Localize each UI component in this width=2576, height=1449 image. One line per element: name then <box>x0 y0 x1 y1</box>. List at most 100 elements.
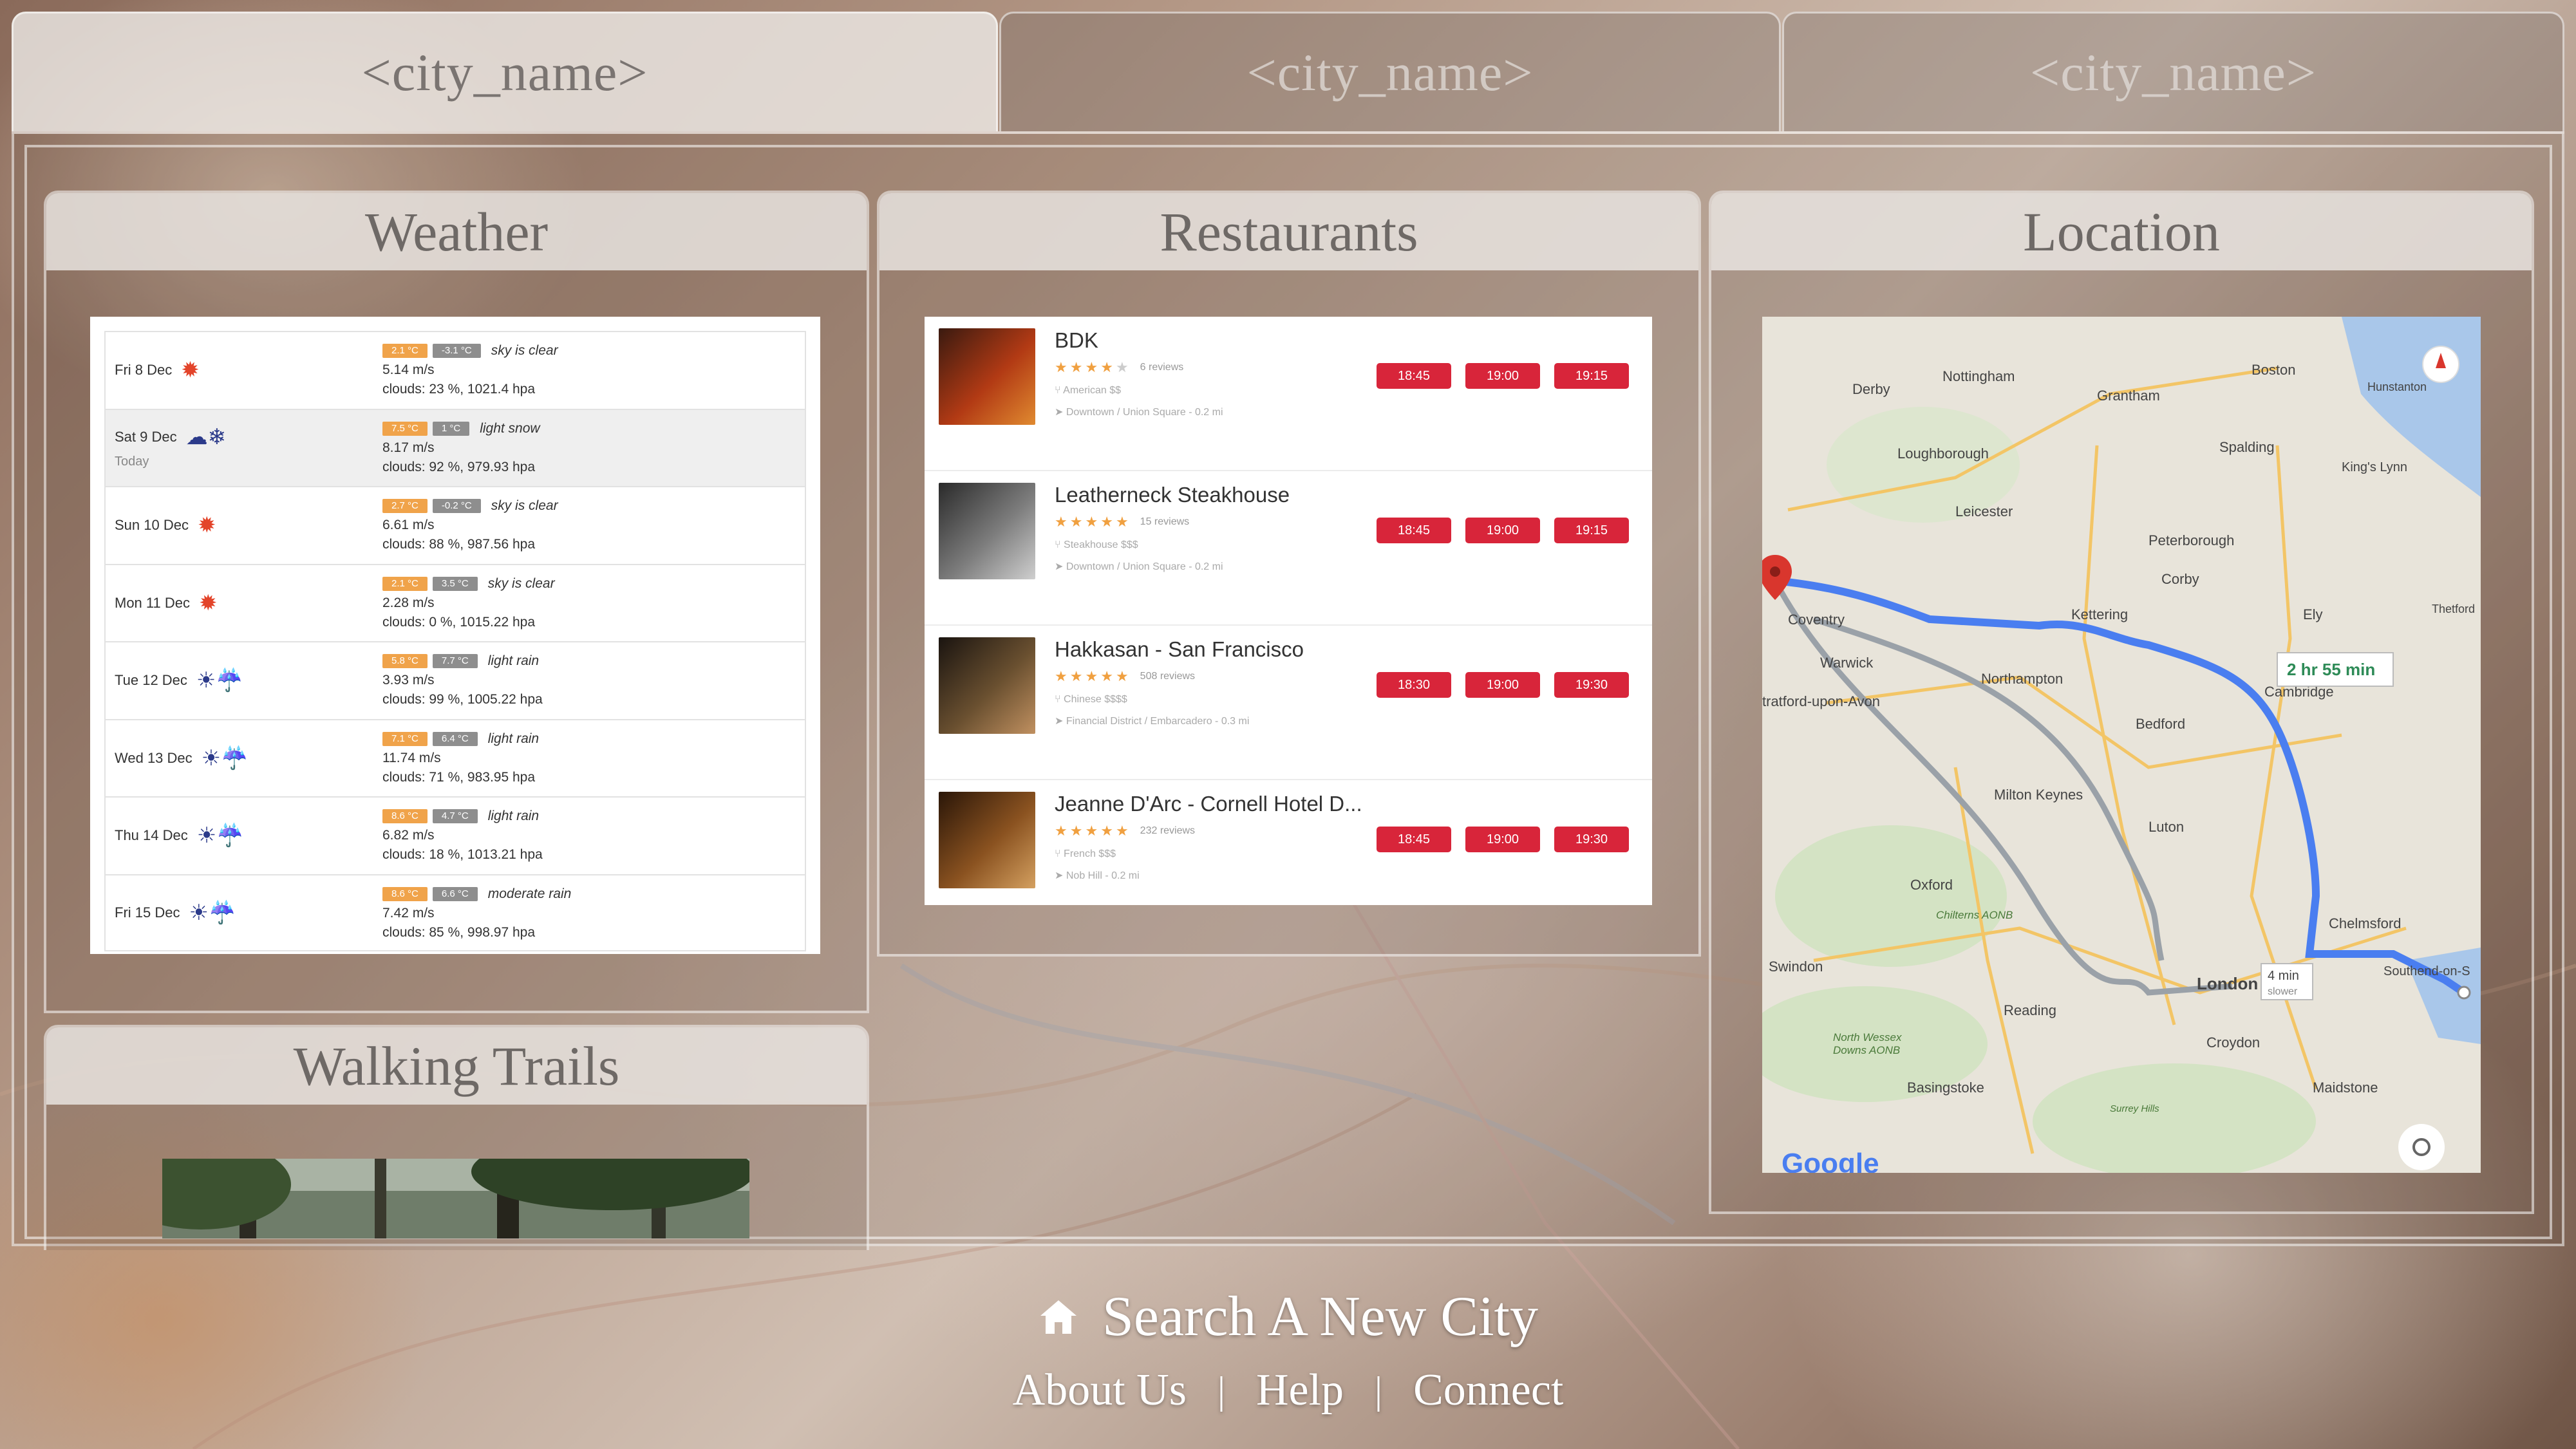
tab-city-1[interactable]: <city_name> <box>12 12 998 131</box>
clouds-pressure: clouds: 88 %, 987.56 hpa <box>382 537 536 552</box>
svg-text:Google: Google <box>1782 1148 1879 1173</box>
svg-text:Boston: Boston <box>2252 362 2296 378</box>
star-rating: ★ ★ ★ ★ ★ 15 reviews <box>1055 514 1190 530</box>
svg-text:Ely: Ely <box>2303 606 2323 622</box>
restaurant-photo[interactable] <box>939 483 1035 579</box>
location-arrow-icon: ➤ <box>1055 716 1066 727</box>
walking-trail-photo[interactable] <box>111 1133 755 1239</box>
reservation-times: 18:30 19:00 19:30 <box>1377 672 1629 698</box>
restaurant-location: ➤ Financial District / Embarcadero - 0.3… <box>1055 716 1250 727</box>
restaurant-name[interactable]: Hakkasan - San Francisco <box>1055 637 1377 662</box>
weather-date: Wed 13 Dec <box>115 749 193 766</box>
weather-date: Sun 10 Dec <box>115 517 189 534</box>
wind-speed: 5.14 m/s <box>382 362 435 377</box>
restaurant-name[interactable]: Jeanne D'Arc - Cornell Hotel D... <box>1055 792 1377 816</box>
review-count: 6 reviews <box>1140 362 1184 373</box>
reservation-time-button[interactable]: 19:00 <box>1465 672 1540 698</box>
reservation-time-button[interactable]: 18:45 <box>1377 827 1451 852</box>
restaurant-name[interactable]: Leatherneck Steakhouse <box>1055 483 1377 507</box>
reservation-time-button[interactable]: 19:15 <box>1554 518 1629 543</box>
weather-row: Wed 13 Dec ☀☔ 7.1 °C 6.4 °C light rain 1… <box>104 718 806 797</box>
reservation-time-button[interactable]: 18:30 <box>1377 672 1451 698</box>
weather-day: Fri 15 Dec ☀☔ <box>106 875 382 951</box>
fork-icon: ⑂ <box>1055 539 1064 550</box>
min-temp-badge: 6.6 °C <box>432 886 478 901</box>
route-map[interactable]: Derby Nottingham Grantham Boston Hunstan… <box>1762 317 2481 1173</box>
tab-city-3[interactable]: <city_name> <box>1782 12 2564 131</box>
wind-speed: 8.17 m/s <box>382 440 435 455</box>
location-panel-title: Location <box>1711 193 2532 270</box>
restaurant-photo[interactable] <box>939 792 1035 888</box>
restaurant-row[interactable]: BDK ★ ★ ★ ★ ★ 6 reviews ⑂ American $$ ➤ Downt… <box>925 317 1652 471</box>
svg-text:Thetford: Thetford <box>2432 603 2475 615</box>
svg-text:Surrey Hills: Surrey Hills <box>2110 1103 2159 1114</box>
restaurant-name[interactable]: BDK <box>1055 328 1377 353</box>
route-time-label: 2 hr 55 min <box>2287 660 2375 679</box>
max-temp-badge: 8.6 °C <box>382 886 428 901</box>
weather-row: Tue 12 Dec ☀☔ 5.8 °C 7.7 °C light rain 3… <box>104 641 806 719</box>
review-count: 232 reviews <box>1140 825 1196 836</box>
location-arrow-icon: ➤ <box>1055 407 1066 418</box>
review-count: 15 reviews <box>1140 516 1190 527</box>
wind-speed: 7.42 m/s <box>382 905 435 921</box>
reservation-time-button[interactable]: 19:00 <box>1465 827 1540 852</box>
restaurant-row[interactable]: Leatherneck Steakhouse ★ ★ ★ ★ ★ 15 reviews ⑂… <box>925 471 1652 626</box>
search-new-city-link[interactable]: Search A New City <box>0 1284 2576 1349</box>
restaurant-photo[interactable] <box>939 637 1035 734</box>
svg-text:Milton Keynes: Milton Keynes <box>1994 787 2083 803</box>
min-temp-badge: 7.7 °C <box>432 654 478 668</box>
weather-date: Tue 12 Dec <box>115 672 187 689</box>
weather-day: Wed 13 Dec ☀☔ <box>106 720 382 797</box>
svg-text:Maidstone: Maidstone <box>2313 1080 2378 1096</box>
footer-separator: | <box>1217 1369 1225 1412</box>
weather-row: Sat 9 Dec ☁❄ Today 7.5 °C 1 °C light sno… <box>104 408 806 486</box>
about-us-link[interactable]: About Us <box>1013 1365 1187 1416</box>
weather-description: light rain <box>487 653 540 668</box>
rain-sun-icon: ☀☔ <box>196 823 244 848</box>
sun-icon: ✹ <box>197 513 216 538</box>
svg-text:Oxford: Oxford <box>1910 877 1953 893</box>
reservation-time-button[interactable]: 19:15 <box>1554 363 1629 389</box>
reservation-time-button[interactable]: 18:45 <box>1377 518 1451 543</box>
wind-speed: 3.93 m/s <box>382 673 435 687</box>
svg-text:Chelmsford: Chelmsford <box>2329 915 2401 931</box>
restaurant-row[interactable]: Hakkasan - San Francisco ★ ★ ★ ★ ★ 508 review… <box>925 626 1652 780</box>
reservation-time-button[interactable]: 18:45 <box>1377 363 1451 389</box>
location-arrow-icon: ➤ <box>1055 870 1066 881</box>
svg-text:Downs AONB: Downs AONB <box>1833 1044 1900 1056</box>
min-temp-badge: 3.5 °C <box>432 576 478 591</box>
weather-details: 5.8 °C 7.7 °C light rain 3.93 m/s clouds… <box>382 642 805 719</box>
map-graphic: Derby Nottingham Grantham Boston Hunstan… <box>1762 317 2481 1173</box>
rain-sun-icon: ☀☔ <box>201 745 249 771</box>
help-link[interactable]: Help <box>1256 1365 1344 1416</box>
min-temp-badge: -3.1 °C <box>432 344 481 358</box>
svg-text:tratford-upon-Avon: tratford-upon-Avon <box>1762 693 1880 709</box>
weather-date: Thu 14 Dec <box>115 827 188 844</box>
weather-details: 8.6 °C 4.7 °C light rain 6.82 m/s clouds… <box>382 798 805 874</box>
weather-panel-title: Weather <box>46 193 867 270</box>
restaurant-row[interactable]: Jeanne D'Arc - Cornell Hotel D... ★ ★ ★ ★ ★ 2… <box>925 780 1652 935</box>
svg-text:Swindon: Swindon <box>1769 958 1823 975</box>
weather-forecast-card: Fri 8 Dec ✹ 2.1 °C -3.1 °C sky is clear … <box>90 317 820 954</box>
svg-text:Corby: Corby <box>2161 571 2199 587</box>
weather-details: 2.1 °C 3.5 °C sky is clear 2.28 m/s clou… <box>382 565 805 642</box>
restaurant-photo[interactable] <box>939 328 1035 425</box>
min-temp-badge: -0.2 °C <box>432 499 481 513</box>
weather-description: sky is clear <box>491 498 558 513</box>
reservation-time-button[interactable]: 19:30 <box>1554 672 1629 698</box>
tab-city-2[interactable]: <city_name> <box>999 12 1781 131</box>
connect-link[interactable]: Connect <box>1413 1365 1563 1416</box>
svg-text:Warwick: Warwick <box>1820 655 1874 671</box>
restaurant-location: ➤ Downtown / Union Square - 0.2 mi <box>1055 561 1223 572</box>
svg-text:London: London <box>2197 974 2258 993</box>
svg-text:Bedford: Bedford <box>2136 716 2185 732</box>
weather-details: 2.7 °C -0.2 °C sky is clear 6.61 m/s clo… <box>382 487 805 564</box>
reservation-time-button[interactable]: 19:30 <box>1554 827 1629 852</box>
max-temp-badge: 8.6 °C <box>382 809 428 823</box>
weather-description: light snow <box>480 420 540 436</box>
svg-text:Coventry: Coventry <box>1788 612 1845 628</box>
reservation-time-button[interactable]: 19:00 <box>1465 363 1540 389</box>
reservation-time-button[interactable]: 19:00 <box>1465 518 1540 543</box>
min-temp-badge: 6.4 °C <box>432 731 478 746</box>
weather-date: Fri 8 Dec <box>115 362 173 379</box>
